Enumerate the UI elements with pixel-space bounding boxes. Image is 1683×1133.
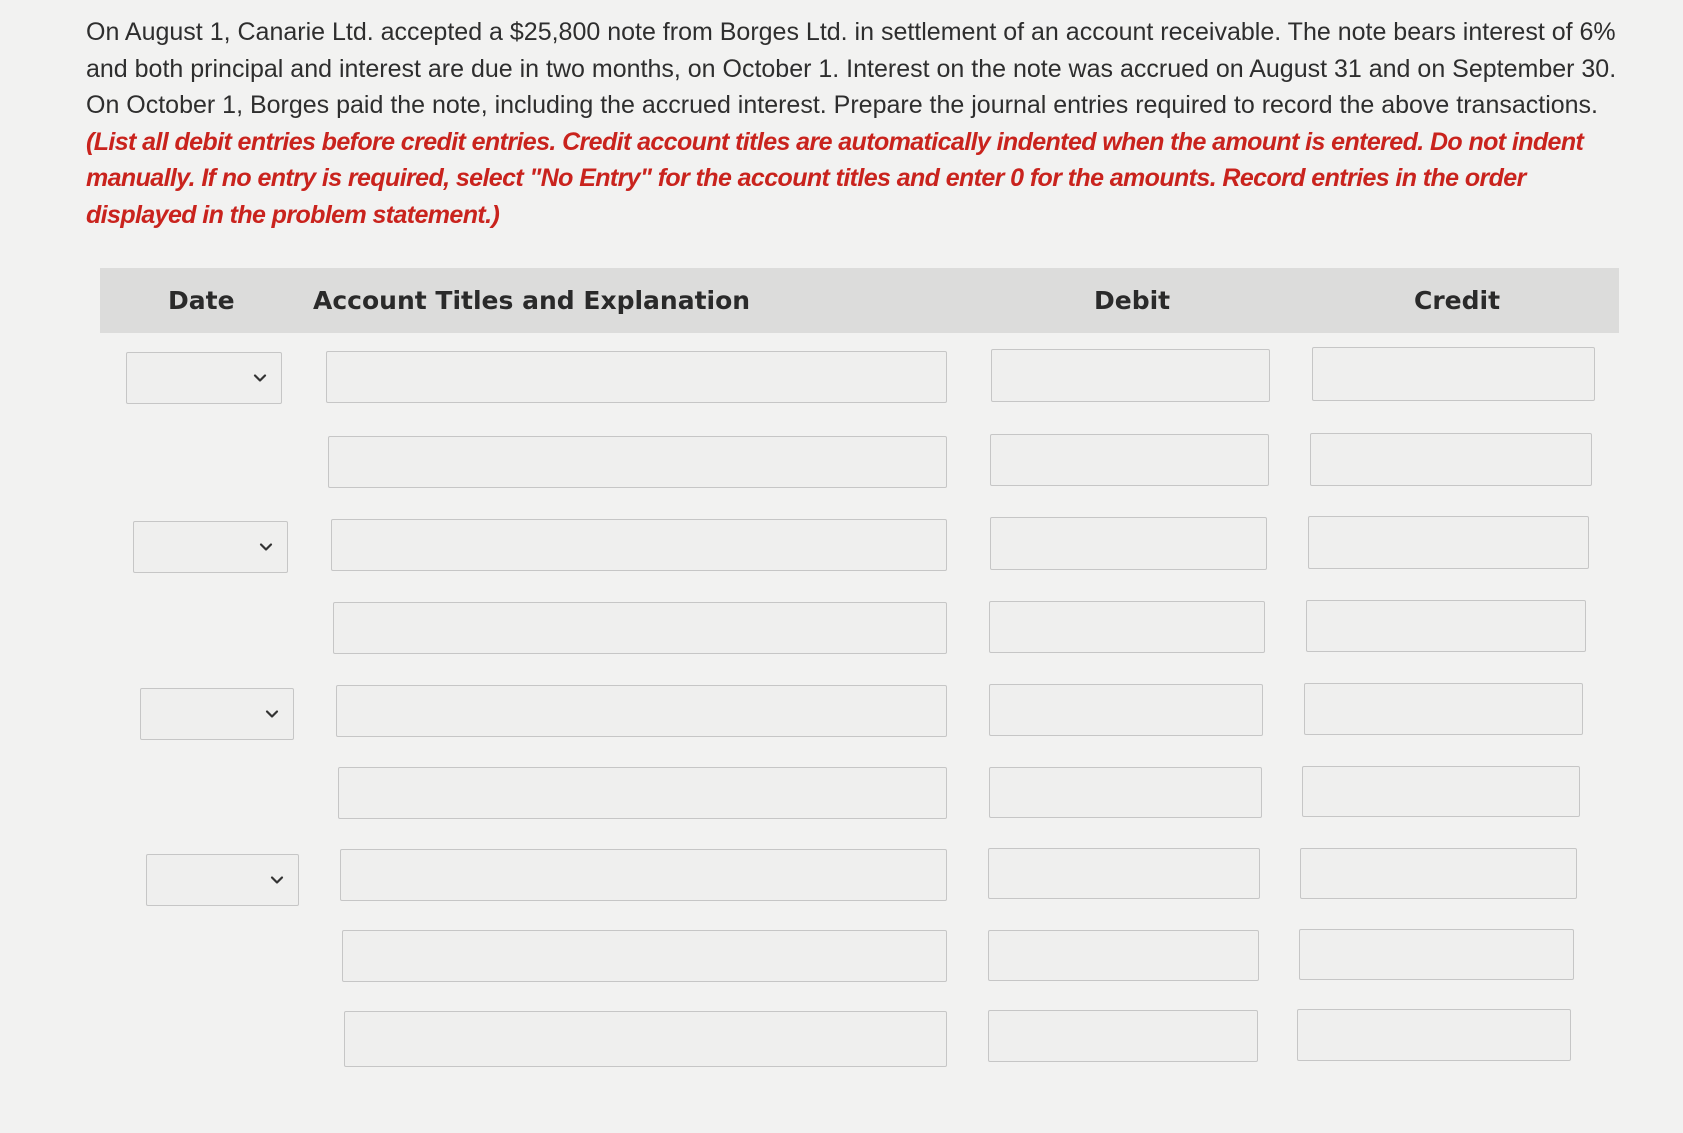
- entry-2-line-1-account-input[interactable]: [331, 519, 947, 571]
- chevron-down-icon: [259, 540, 273, 554]
- entry-1-line-1-debit-input[interactable]: [991, 349, 1270, 402]
- entry-3-line-2-credit-input[interactable]: [1302, 766, 1580, 817]
- entry-1-line-1-account-input[interactable]: [326, 351, 947, 403]
- entry-4-line-3-credit-input[interactable]: [1297, 1009, 1571, 1061]
- entry-3-line-2-debit-input[interactable]: [989, 767, 1262, 818]
- entry-3-line-1-debit-input[interactable]: [989, 684, 1263, 736]
- chevron-down-icon: [270, 873, 284, 887]
- date-column-header: Date: [168, 286, 235, 315]
- entry-4-date-select[interactable]: [146, 854, 299, 906]
- entry-3-line-2-account-input[interactable]: [338, 767, 947, 819]
- entry-4-line-3-debit-input[interactable]: [988, 1010, 1258, 1062]
- entry-4-line-2-debit-input[interactable]: [988, 930, 1259, 981]
- entry-4-line-2-credit-input[interactable]: [1299, 929, 1574, 980]
- entry-2-line-1-credit-input[interactable]: [1308, 516, 1589, 569]
- entry-4-line-1-debit-input[interactable]: [988, 848, 1260, 899]
- entry-2-line-2-debit-input[interactable]: [989, 601, 1265, 653]
- chevron-down-icon: [265, 707, 279, 721]
- debit-column-header: Debit: [1094, 286, 1171, 315]
- problem-text: On August 1, Canarie Ltd. accepted a $25…: [86, 18, 1617, 119]
- entry-3-date-select[interactable]: [140, 688, 294, 740]
- entry-2-line-1-debit-input[interactable]: [990, 517, 1267, 570]
- entry-4-line-3-account-input[interactable]: [344, 1011, 947, 1067]
- entry-1-date-select[interactable]: [126, 352, 282, 404]
- entry-4-line-1-credit-input[interactable]: [1300, 848, 1577, 899]
- problem-instructions: (List all debit entries before credit en…: [86, 127, 1584, 229]
- entry-2-date-select[interactable]: [133, 521, 288, 573]
- entry-1-line-1-credit-input[interactable]: [1312, 347, 1595, 401]
- entry-1-line-2-account-input[interactable]: [328, 436, 947, 488]
- entry-4-line-2-account-input[interactable]: [342, 930, 947, 982]
- problem-statement: On August 1, Canarie Ltd. accepted a $25…: [86, 14, 1626, 233]
- entry-1-line-2-credit-input[interactable]: [1310, 433, 1592, 486]
- entry-2-line-2-credit-input[interactable]: [1306, 600, 1586, 652]
- entry-2-line-2-account-input[interactable]: [333, 602, 947, 654]
- entry-4-line-1-account-input[interactable]: [340, 849, 947, 901]
- entry-3-line-1-account-input[interactable]: [336, 685, 947, 737]
- entry-3-line-1-credit-input[interactable]: [1304, 683, 1583, 735]
- account-column-header: Account Titles and Explanation: [313, 286, 751, 315]
- entry-1-line-2-debit-input[interactable]: [990, 434, 1269, 486]
- journal-table-header: Date Account Titles and Explanation Debi…: [100, 268, 1619, 333]
- chevron-down-icon: [253, 371, 267, 385]
- credit-column-header: Credit: [1414, 286, 1501, 315]
